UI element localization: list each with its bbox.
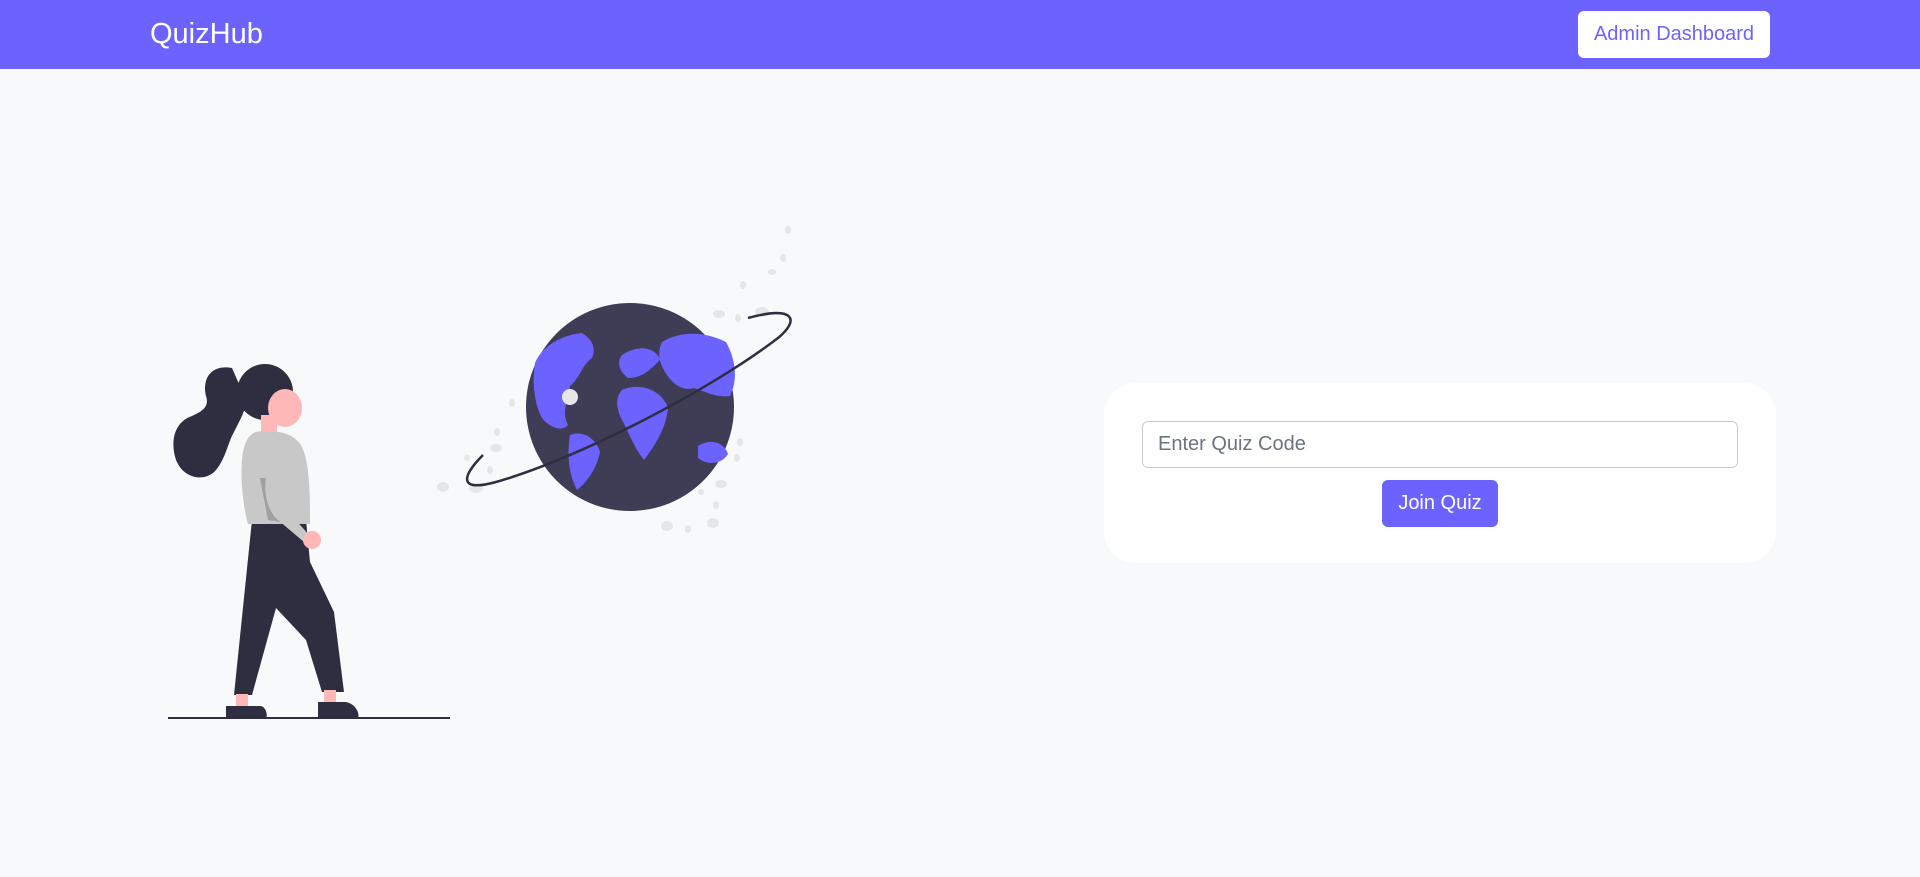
join-quiz-card: Join Quiz — [1104, 383, 1776, 563]
join-quiz-button[interactable]: Join Quiz — [1382, 480, 1498, 527]
hero-illustration — [150, 220, 800, 730]
brand-logo-link[interactable]: QuizHub — [150, 14, 263, 54]
woman-figure — [173, 364, 359, 718]
woman-globe-illustration-icon — [168, 226, 792, 719]
admin-dashboard-button[interactable]: Admin Dashboard — [1578, 11, 1770, 58]
quiz-code-input[interactable] — [1142, 421, 1738, 468]
top-navbar: QuizHub Admin Dashboard — [0, 0, 1920, 69]
